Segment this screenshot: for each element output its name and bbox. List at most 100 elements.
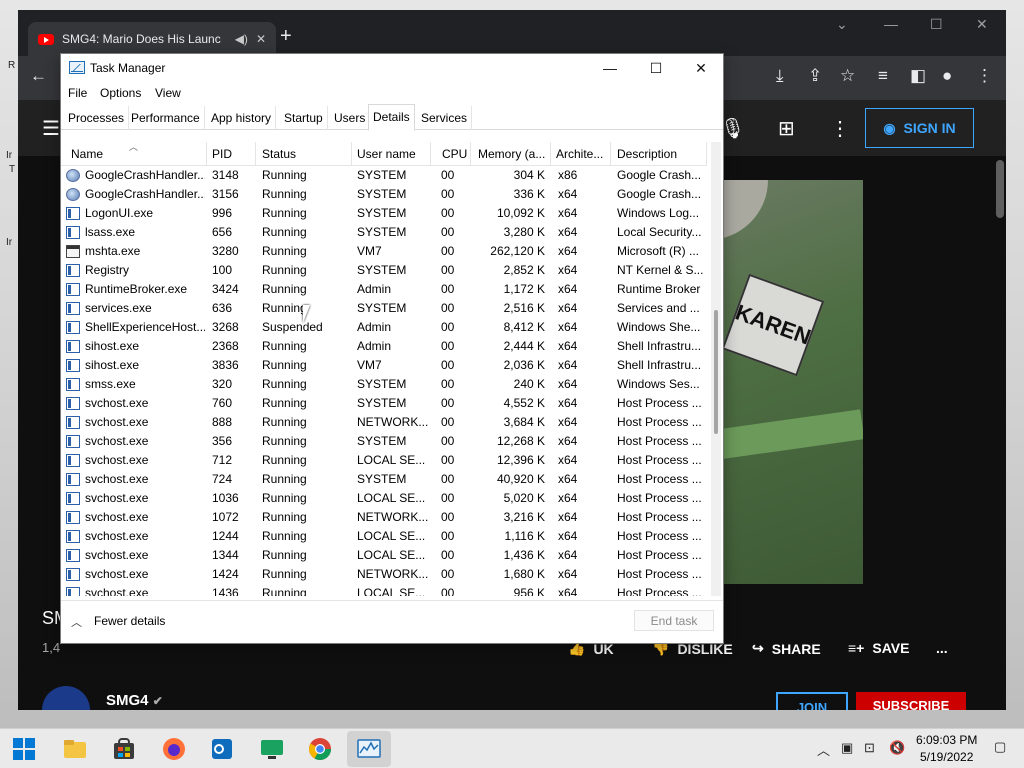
minimize-icon[interactable]: — — [587, 54, 633, 82]
close-icon[interactable]: ✕ — [976, 16, 988, 33]
cell-mem: 3,684 K — [503, 415, 545, 429]
page-scrollbar[interactable] — [996, 160, 1004, 218]
column-user-name[interactable]: User name — [352, 142, 431, 166]
join-button[interactable]: JOIN — [776, 692, 848, 710]
minimize-icon[interactable]: — — [884, 16, 898, 32]
share-page-icon[interactable]: ⇪ — [808, 66, 822, 86]
tab-users[interactable]: Users — [330, 106, 371, 130]
close-icon[interactable]: ✕ — [678, 54, 724, 82]
new-tab-button[interactable]: + — [280, 25, 292, 48]
notifications-icon[interactable]: ▢ — [994, 739, 1006, 755]
table-row[interactable]: svchost.exe 1244 Running LOCAL SE... 00 1,116… — [61, 527, 707, 546]
chrome-menu-icon[interactable]: ⋮ — [976, 66, 993, 86]
table-row[interactable]: svchost.exe 356 Running SYSTEM 00 12,268 K x64… — [61, 432, 707, 451]
column-name[interactable]: Name — [61, 142, 207, 166]
show-hidden-icons-icon[interactable]: ︿ — [817, 740, 830, 759]
table-row[interactable]: svchost.exe 888 Running NETWORK... 00 3,684 K… — [61, 413, 707, 432]
table-row[interactable]: svchost.exe 712 Running LOCAL SE... 00 12,396… — [61, 451, 707, 470]
cell-mem: 1,116 K — [504, 529, 545, 543]
tab-processes[interactable]: Processes — [64, 106, 130, 130]
table-row[interactable]: sihost.exe 2368 Running Admin 00 2,444 K x64 Sh… — [61, 337, 707, 356]
table-row[interactable]: sihost.exe 3836 Running VM7 00 2,036 K x64 Shel… — [61, 356, 707, 375]
table-row[interactable]: svchost.exe 760 Running SYSTEM 00 4,552 K x64 H… — [61, 394, 707, 413]
chrome-icon[interactable] — [306, 735, 334, 763]
task-manager-titlebar[interactable]: Task Manager — ☐ ✕ — [61, 54, 723, 82]
taskbar-clock-time[interactable]: 6:09:03 PM — [916, 733, 977, 747]
firefox-icon[interactable] — [160, 735, 188, 763]
table-row[interactable]: services.exe 636 Running SYSTEM 00 2,516 Kx64… — [61, 299, 707, 318]
fewer-details-link[interactable]: Fewer details — [94, 614, 165, 628]
side-panel-icon[interactable]: ◧ — [910, 66, 926, 86]
subscribe-button[interactable]: SUBSCRIBE — [856, 692, 966, 710]
table-row[interactable]: svchost.exe 1424 Running NETWORK... 00 1,680 … — [61, 565, 707, 584]
table-row[interactable]: RuntimeBroker.exe 3424 Running Admin 00 1,172… — [61, 280, 707, 299]
maximize-icon[interactable]: ☐ — [930, 16, 943, 33]
network-icon[interactable]: ⊡ — [864, 740, 875, 756]
save-button[interactable]: ≡+ SAVE — [848, 640, 909, 656]
menu-options[interactable]: Options — [100, 86, 141, 100]
speaker-icon[interactable]: ◀) — [235, 32, 248, 46]
tab-app-history[interactable]: App history — [207, 106, 277, 130]
task-manager-icon[interactable] — [355, 735, 383, 763]
video-player[interactable]: KAREN — [708, 180, 863, 584]
browser-tab[interactable]: SMG4: Mario Does His Launc ◀) ✕ — [28, 22, 276, 56]
column-cpu[interactable]: CPU — [431, 142, 471, 166]
volume-muted-icon[interactable]: 🔇 — [889, 740, 905, 756]
menu-view[interactable]: View — [155, 86, 181, 100]
profile-icon[interactable]: ● — [942, 66, 952, 86]
table-row[interactable]: GoogleCrashHandler... 3148 Running SYSTEM 00… — [61, 166, 707, 185]
menu-file[interactable]: File — [68, 86, 87, 100]
maximize-icon[interactable]: ☐ — [633, 54, 679, 82]
tab-search-icon[interactable]: ⌄ — [836, 16, 848, 33]
table-row[interactable]: lsass.exe 656 Running SYSTEM 00 3,280 K x64 Loc… — [61, 223, 707, 242]
taskbar-clock-date[interactable]: 5/19/2022 — [920, 750, 973, 764]
table-row[interactable]: svchost.exe 724 Running SYSTEM 00 40,920 K x64… — [61, 470, 707, 489]
more-actions-button[interactable]: ... — [936, 640, 948, 656]
hamburger-menu-icon[interactable]: ☰ — [42, 116, 60, 141]
windows-start-icon[interactable] — [10, 735, 38, 763]
column-architecture[interactable]: Archite... — [551, 142, 611, 166]
table-row[interactable]: LogonUI.exe 996 Running SYSTEM 00 10,092 K x64… — [61, 204, 707, 223]
file-explorer-icon[interactable] — [61, 735, 89, 763]
process-list-scrollbar[interactable] — [711, 142, 721, 596]
back-icon[interactable]: ← — [30, 66, 47, 86]
table-row[interactable]: svchost.exe 1072 Running NETWORK... 00 3,216 … — [61, 508, 707, 527]
remote-desktop-icon[interactable] — [258, 735, 286, 763]
table-row[interactable]: Registry 100 Running SYSTEM 00 2,852 K x64 NT K… — [61, 261, 707, 280]
end-task-button[interactable]: End task — [634, 610, 714, 631]
channel-name[interactable]: SMG4 ✔ — [106, 692, 163, 709]
bookmark-star-icon[interactable]: ☆ — [840, 66, 855, 86]
channel-avatar[interactable] — [42, 686, 90, 710]
microsoft-store-icon[interactable] — [110, 735, 138, 763]
install-icon[interactable]: ⤓ — [776, 66, 784, 86]
table-row[interactable]: smss.exe 320 Running SYSTEM 00 240 K x64 Window… — [61, 375, 707, 394]
media-control-icon[interactable]: ≡ — [878, 66, 888, 86]
tab-startup[interactable]: Startup — [280, 106, 328, 130]
table-row[interactable]: mshta.exe 3280 Running VM7 00 262,120 K x64 Mic… — [61, 242, 707, 261]
desktop-text-fragment: R — [8, 60, 16, 71]
onedrive-status-icon[interactable]: ▣ — [841, 740, 853, 756]
column-description[interactable]: Description — [611, 142, 707, 166]
scrollbar-thumb[interactable] — [714, 310, 718, 434]
process-list: GoogleCrashHandler... 3148 Running SYSTEM 00… — [61, 166, 707, 596]
settings-more-icon[interactable]: ⋮ — [830, 116, 850, 141]
verified-check-icon: ✔ — [152, 694, 163, 708]
close-tab-icon[interactable]: ✕ — [256, 32, 266, 46]
tab-services[interactable]: Services — [417, 106, 473, 130]
table-row[interactable]: GoogleCrashHandler... 3156 Running SYSTEM 00… — [61, 185, 707, 204]
cell-desc: Host Process ... — [617, 567, 702, 581]
tab-details[interactable]: Details — [368, 104, 415, 131]
chevron-up-icon[interactable]: ︿ — [71, 614, 82, 630]
tab-performance[interactable]: Performance — [127, 106, 205, 130]
sign-in-button[interactable]: ◉ SIGN IN — [865, 108, 974, 148]
table-row[interactable]: svchost.exe 1036 Running LOCAL SE... 00 5,020… — [61, 489, 707, 508]
table-row[interactable]: svchost.exe 1436 Running LOCAL SE... 00 956 K… — [61, 584, 707, 596]
share-button[interactable]: ↪ SHARE — [752, 640, 821, 657]
table-row[interactable]: svchost.exe 1344 Running LOCAL SE... 00 1,436… — [61, 546, 707, 565]
column-status[interactable]: Status — [256, 142, 352, 166]
apps-grid-icon[interactable]: ⊞ — [778, 116, 795, 141]
outlook-icon[interactable] — [208, 735, 236, 763]
table-row[interactable]: ShellExperienceHost.... 3268 Suspended Admi… — [61, 318, 707, 337]
column-memory[interactable]: Memory (a... — [471, 142, 551, 166]
column-pid[interactable]: PID — [207, 142, 256, 166]
